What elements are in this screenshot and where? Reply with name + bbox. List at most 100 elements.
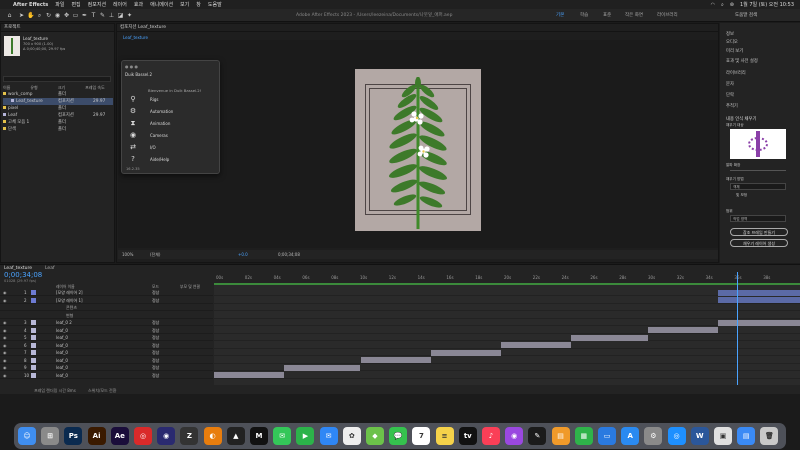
layer-name[interactable]: leaf_0: [56, 372, 68, 379]
resolution-select[interactable]: (전체): [150, 250, 160, 259]
layer-row[interactable]: ◉ 8 leaf_0 정상: [0, 357, 213, 364]
layer-row[interactable]: ◉ 5 leaf_0 정상: [0, 334, 213, 341]
layer-mode[interactable]: 정상: [152, 357, 159, 364]
visibility-eye-icon[interactable]: ◉: [3, 297, 7, 304]
dock-app-icon[interactable]: ◎: [134, 427, 152, 445]
dock-app-icon[interactable]: ▦: [574, 427, 593, 445]
dock-app-icon[interactable]: ♪: [482, 427, 500, 445]
menu-effect[interactable]: 효과: [134, 1, 143, 8]
visibility-eye-icon[interactable]: ◉: [3, 334, 7, 341]
layer-duration-bar[interactable]: [717, 297, 800, 303]
label-color-chip[interactable]: [31, 350, 36, 355]
visibility-eye-icon[interactable]: ◉: [3, 372, 7, 379]
list-item[interactable]: work_comp 폴더: [3, 91, 113, 98]
dock-app-icon[interactable]: ◉: [505, 427, 524, 445]
layer-row[interactable]: 변형: [0, 312, 213, 319]
dock-app-icon[interactable]: ◆: [366, 427, 384, 445]
label-color-chip[interactable]: [31, 320, 36, 325]
toggle-switches[interactable]: 스위치/모드 전환: [88, 388, 116, 394]
list-item[interactable]: Leaf 컴포지션 29.97: [3, 112, 113, 119]
dock-app-icon[interactable]: ◉: [157, 427, 176, 445]
text-icon[interactable]: T: [90, 12, 97, 19]
visibility-eye-icon[interactable]: ◉: [3, 364, 7, 371]
dock-app-icon[interactable]: ▤: [737, 427, 756, 445]
zoom-icon[interactable]: ⌕: [36, 12, 43, 19]
dock-app-icon[interactable]: Z: [180, 427, 199, 445]
help-search-input[interactable]: 도움말 검색: [735, 12, 757, 18]
visibility-eye-icon[interactable]: ◉: [3, 357, 7, 364]
layer-duration-bar[interactable]: [501, 342, 572, 348]
label-color-chip[interactable]: [31, 297, 36, 303]
project-search-input[interactable]: [3, 76, 111, 82]
layer-name[interactable]: leaf_0: [56, 349, 68, 356]
dock-app-icon[interactable]: ▲: [226, 427, 245, 445]
layer-mode[interactable]: 정상: [152, 297, 159, 304]
layer-name[interactable]: 콘텐츠: [66, 304, 77, 311]
layer-duration-bar[interactable]: [360, 357, 431, 363]
fill-method-select[interactable]: 객체: [730, 183, 786, 190]
composition-tab[interactable]: 컴포지션 Leaf_texture: [117, 24, 718, 32]
visibility-eye-icon[interactable]: ◉: [3, 349, 7, 356]
dock-app-icon[interactable]: ≡: [435, 427, 454, 445]
dock-app-icon[interactable]: Ae: [110, 427, 129, 445]
range-select[interactable]: 작업 영역: [730, 215, 786, 222]
selection-icon[interactable]: ➤: [18, 12, 25, 19]
dock-app-icon[interactable]: ☺: [18, 427, 36, 445]
layer-row[interactable]: ◉ 10 leaf_0 정상: [0, 372, 213, 379]
layer-name[interactable]: 변형: [66, 312, 73, 319]
visibility-eye-icon[interactable]: ◉: [3, 319, 7, 326]
layer-duration-bar[interactable]: [284, 364, 361, 371]
layer-mode[interactable]: 정상: [152, 327, 159, 334]
layer-duration-bar[interactable]: [214, 372, 285, 378]
dock-app-icon[interactable]: ✿: [342, 427, 361, 445]
layer-mode[interactable]: 정상: [152, 342, 159, 349]
workspace-tab-libraries[interactable]: 라이브러리: [657, 12, 678, 18]
layer-row[interactable]: ◉ 3 leaf_0 2 정상: [0, 319, 213, 326]
brush-icon[interactable]: ✎: [99, 12, 106, 19]
dock-app-icon[interactable]: 🗑: [760, 427, 779, 445]
duik-cameras[interactable]: ◉ Cameras: [128, 130, 216, 140]
create-reference-frame-button[interactable]: 참조 프레임 만들기: [730, 228, 788, 236]
layer-row[interactable]: ◉ 4 leaf_0 정상: [0, 327, 213, 334]
dock-app-icon[interactable]: ✉: [319, 427, 338, 445]
label-color-chip[interactable]: [31, 357, 36, 363]
label-color-chip[interactable]: [31, 290, 36, 295]
panel-preview[interactable]: 미리 보기: [726, 48, 743, 54]
panel-audio[interactable]: 오디오: [726, 39, 738, 45]
layer-mode[interactable]: 정상: [152, 319, 159, 326]
puppet-icon[interactable]: ✦: [126, 12, 133, 19]
layer-duration-bar[interactable]: [430, 349, 502, 356]
dock-app-icon[interactable]: ⚙: [644, 427, 663, 445]
layer-name[interactable]: leaf_0: [56, 342, 68, 349]
panel-effects[interactable]: 효과 및 사전 설정: [726, 58, 758, 64]
panel-libraries[interactable]: 라이브러리: [726, 70, 746, 76]
dock-app-icon[interactable]: Ai: [87, 427, 106, 445]
dock-app-icon[interactable]: M: [250, 427, 268, 445]
menu-layer[interactable]: 레이어: [113, 1, 127, 8]
dock-app-icon[interactable]: ▣: [714, 427, 732, 445]
control-center-icon[interactable]: ⊜: [730, 2, 734, 8]
layer-mode[interactable]: 정상: [152, 289, 159, 296]
dock-app-icon[interactable]: tv: [458, 427, 477, 445]
rotate-icon[interactable]: ↻: [45, 12, 52, 19]
pan-icon[interactable]: ✥: [63, 12, 70, 19]
layer-name[interactable]: leaf_0 2: [56, 319, 72, 326]
duik-animation[interactable]: ⧗ Animation: [128, 118, 216, 128]
clock[interactable]: 1월 7일 (토) 오전 10:53: [740, 1, 794, 8]
layer-row[interactable]: ◉ 9 leaf_0 정상: [0, 364, 213, 371]
dock-app-icon[interactable]: ◐: [203, 427, 222, 445]
comp-timecode[interactable]: 0;00;34;08: [278, 250, 300, 259]
layer-duration-bar[interactable]: [717, 289, 800, 296]
layer-mode[interactable]: 정상: [152, 334, 159, 341]
layer-name[interactable]: leaf_0: [56, 364, 68, 371]
dock-app-icon[interactable]: ▶: [296, 427, 315, 445]
window-controls-icon[interactable]: ● ● ●: [125, 64, 138, 69]
dock-app-icon[interactable]: W: [690, 427, 709, 445]
menu-file[interactable]: 파일: [55, 1, 64, 8]
label-color-chip[interactable]: [31, 372, 36, 378]
duik-rigs[interactable]: ⚲ Rigs: [128, 94, 216, 104]
list-item[interactable]: 고체 모음 1 폴더: [3, 119, 113, 126]
menu-help[interactable]: 도움말: [208, 1, 222, 8]
layer-duration-bar[interactable]: [571, 334, 648, 341]
duik-automation[interactable]: ⚙ Automation: [128, 106, 216, 116]
